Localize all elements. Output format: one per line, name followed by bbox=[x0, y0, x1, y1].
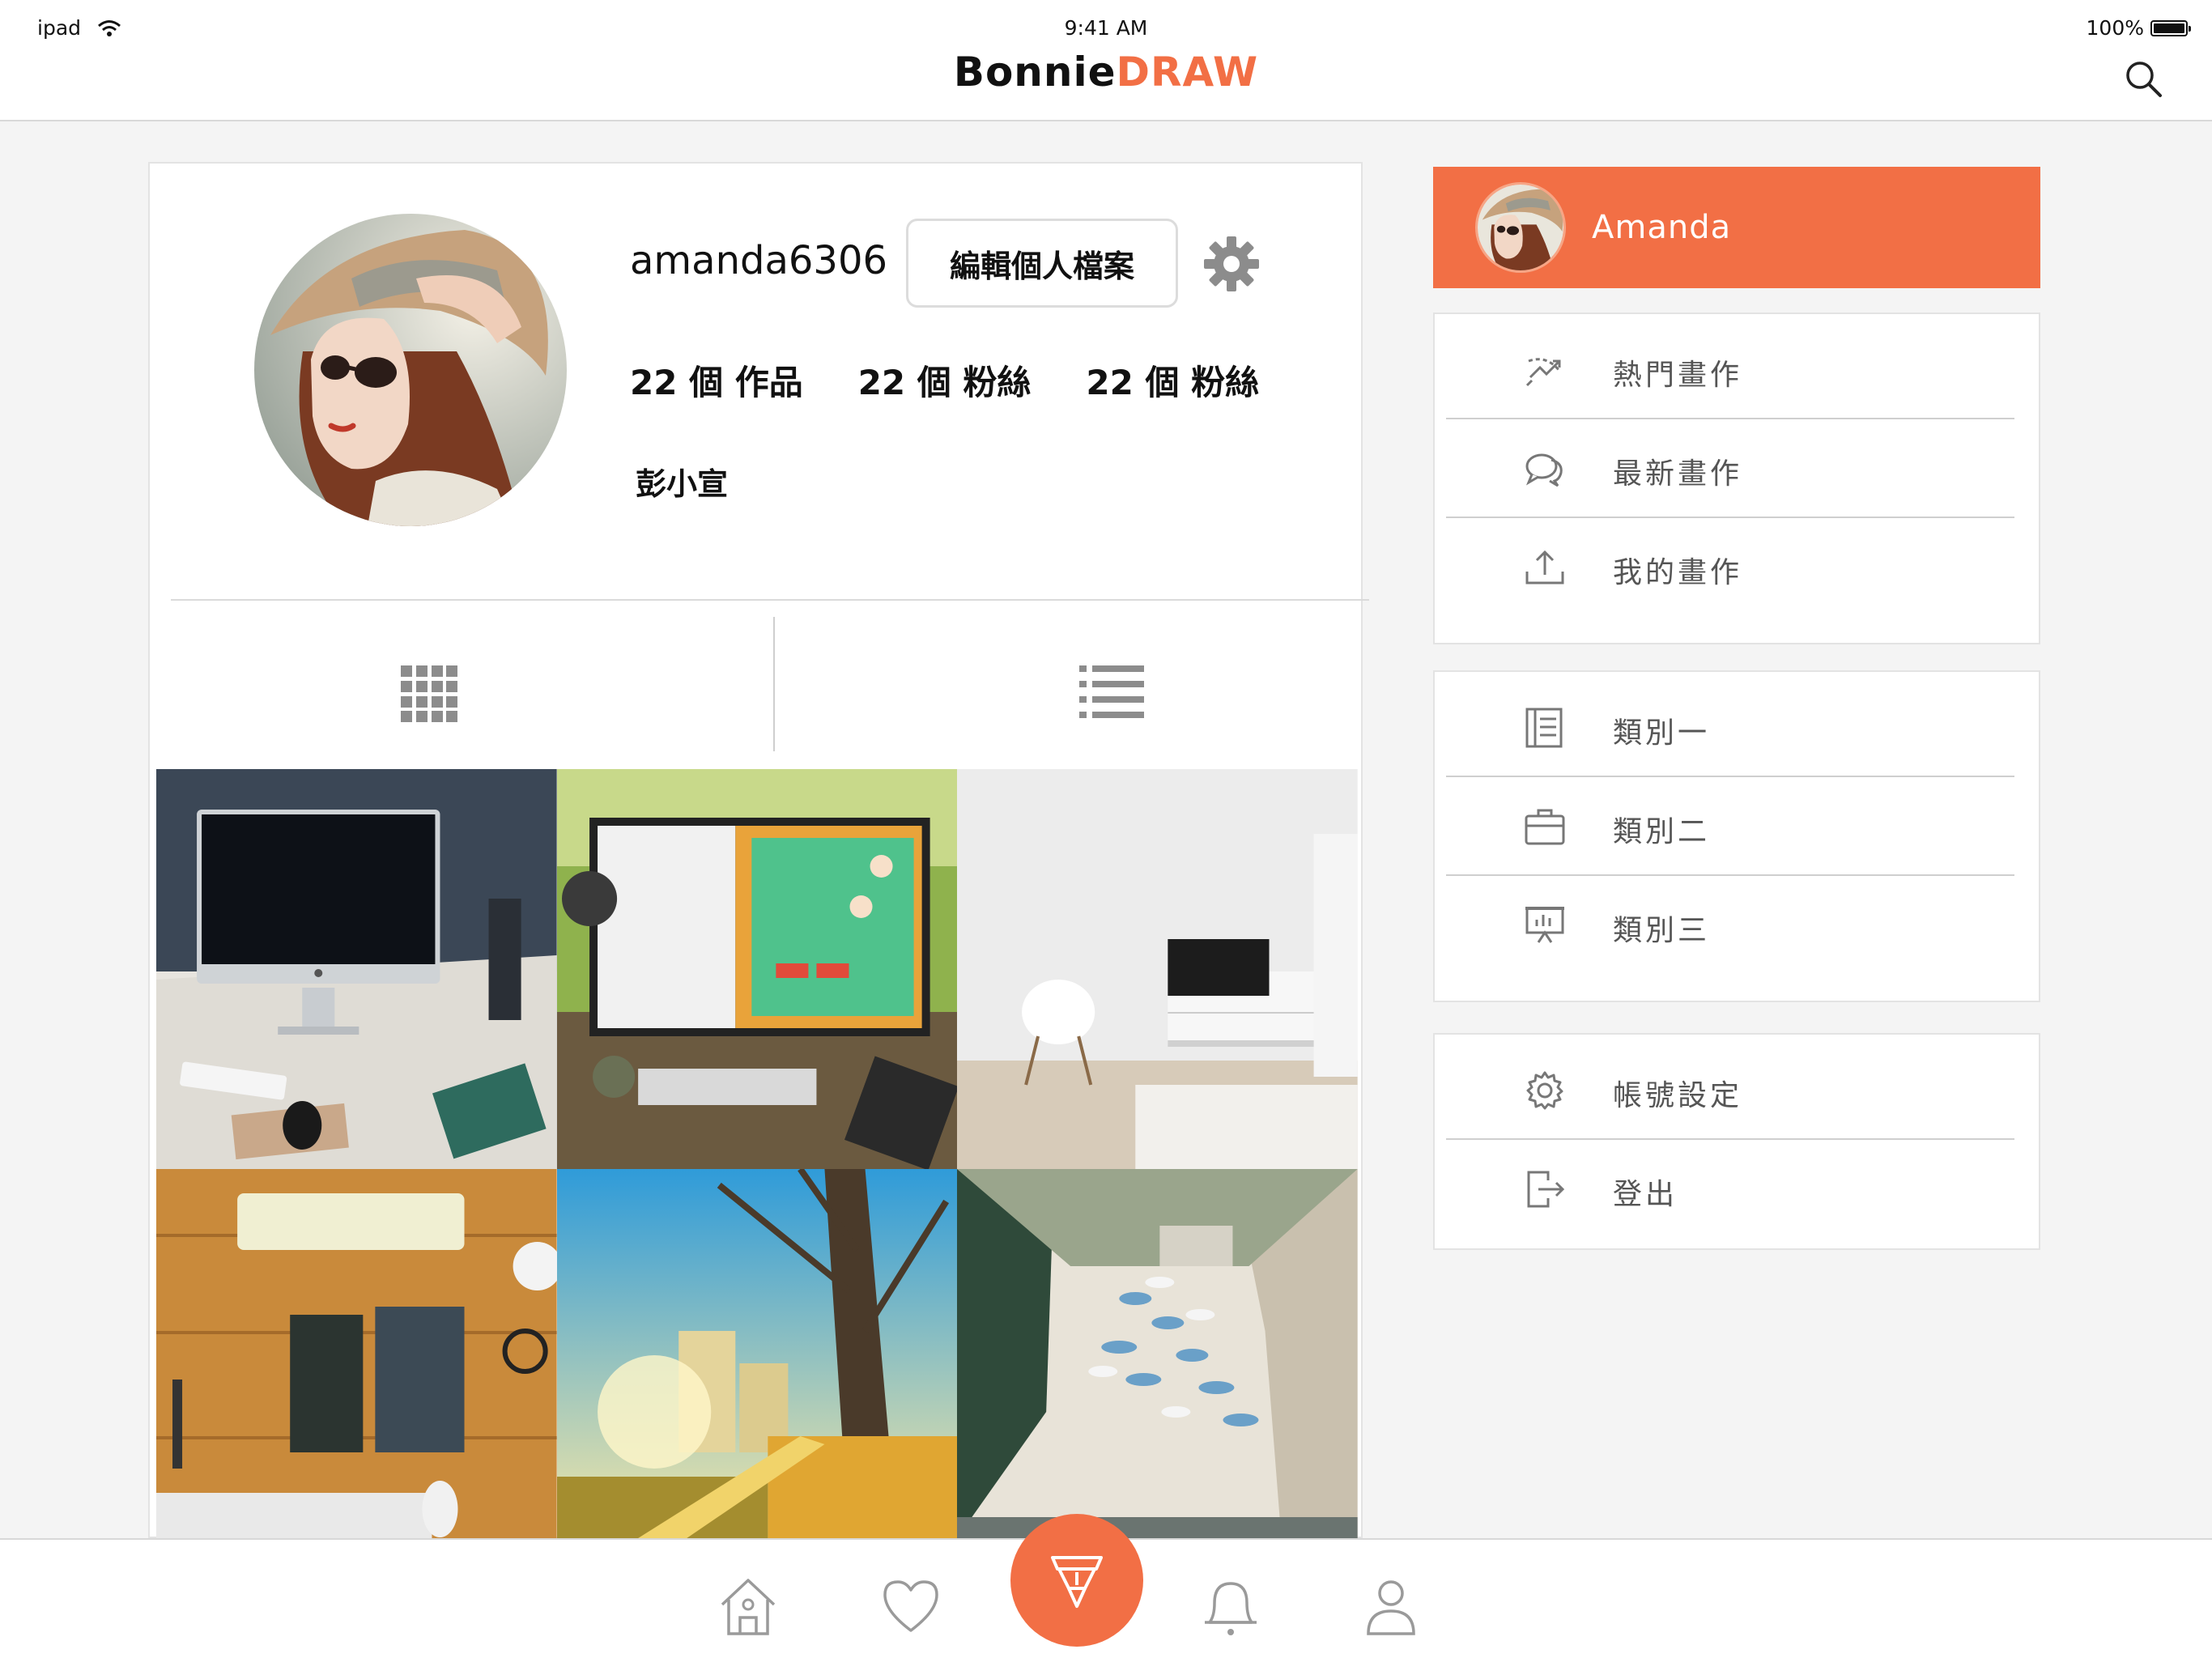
briefcase-icon bbox=[1525, 809, 1565, 845]
battery-percent: 100% bbox=[2086, 16, 2144, 40]
sidebar-item-category-3[interactable]: 類別三 bbox=[1435, 876, 2039, 973]
photo-grid bbox=[156, 769, 1358, 1538]
sidebar-item-popular[interactable]: 熱門畫作 bbox=[1435, 321, 2039, 418]
sidebar-item-my-works[interactable]: 我的畫作 bbox=[1435, 518, 2039, 615]
sidebar-item-category-2[interactable]: 類別二 bbox=[1435, 777, 2039, 874]
stat-followers[interactable]: 22 個 粉絲 bbox=[858, 355, 1032, 405]
stat-following[interactable]: 22 個 粉絲 bbox=[1086, 355, 1259, 405]
battery-icon bbox=[2150, 19, 2191, 36]
photo-tile[interactable] bbox=[556, 1169, 958, 1538]
sidebar-user-header[interactable]: Amanda bbox=[1433, 167, 2040, 288]
sidebar-item-logout[interactable]: 登出 bbox=[1435, 1140, 2039, 1237]
search-icon[interactable] bbox=[2123, 58, 2163, 99]
photo-tile[interactable] bbox=[156, 769, 557, 1169]
sidebar-item-latest[interactable]: 最新畫作 bbox=[1435, 419, 2039, 517]
presentation-icon bbox=[1525, 907, 1564, 943]
profile-avatar[interactable] bbox=[254, 214, 567, 526]
notebook-icon bbox=[1525, 708, 1563, 748]
profile-stats: 22 個 作品 22 個 粉絲 22 個 粉絲 bbox=[630, 355, 1259, 405]
sidebar-item-label: 登出 bbox=[1613, 1178, 1678, 1211]
chat-bubbles-icon bbox=[1525, 453, 1563, 487]
sidebar-item-label: 類別三 bbox=[1613, 914, 1711, 947]
grid-view-icon[interactable] bbox=[401, 665, 457, 722]
sidebar-user-name: Amanda bbox=[1592, 209, 1732, 246]
home-icon[interactable] bbox=[716, 1574, 781, 1639]
stat-works[interactable]: 22 個 作品 bbox=[630, 355, 803, 405]
logout-icon bbox=[1527, 1171, 1565, 1208]
user-avatar bbox=[1475, 182, 1566, 273]
brand-name-part1: Bonnie bbox=[953, 49, 1117, 96]
draw-button[interactable] bbox=[1010, 1514, 1143, 1647]
divider bbox=[171, 599, 1369, 601]
sidebar-item-label: 類別二 bbox=[1613, 815, 1711, 848]
gear-icon[interactable] bbox=[1202, 235, 1261, 293]
heart-icon[interactable] bbox=[878, 1574, 943, 1639]
trending-icon bbox=[1525, 358, 1561, 387]
status-time: 9:41 AM bbox=[1064, 16, 1148, 40]
sidebar-item-account-settings[interactable]: 帳號設定 bbox=[1435, 1041, 2039, 1138]
app-logo: BonnieDRAW bbox=[0, 49, 2212, 96]
list-view-icon[interactable] bbox=[1079, 665, 1144, 719]
sidebar-item-label: 熱門畫作 bbox=[1613, 359, 1743, 392]
sidebar-item-label: 我的畫作 bbox=[1613, 556, 1743, 589]
profile-real-name: 彭小宣 bbox=[636, 466, 729, 502]
sidebar-item-label: 最新畫作 bbox=[1613, 457, 1743, 491]
view-toggle bbox=[150, 617, 1364, 751]
sidebar-item-category-1[interactable]: 類別一 bbox=[1435, 678, 2039, 776]
status-bar-right: 100% bbox=[2086, 16, 2191, 40]
upload-icon bbox=[1525, 550, 1564, 585]
sidebar-group-gallery: 熱門畫作 最新畫作 我的畫作 bbox=[1433, 312, 2040, 644]
bell-icon[interactable] bbox=[1198, 1574, 1263, 1639]
person-icon[interactable] bbox=[1359, 1574, 1423, 1639]
top-header: ipad 9:41 AM 100% BonnieDRAW bbox=[0, 0, 2212, 121]
photo-tile[interactable] bbox=[156, 1169, 557, 1538]
sidebar-item-label: 帳號設定 bbox=[1613, 1079, 1743, 1112]
brush-icon bbox=[1051, 1556, 1103, 1608]
sidebar-item-label: 類別一 bbox=[1613, 716, 1711, 750]
sidebar-group-account: 帳號設定 登出 bbox=[1433, 1033, 2040, 1250]
edit-profile-button[interactable]: 編輯個人檔案 bbox=[906, 219, 1178, 308]
sidebar-group-categories: 類別一 類別二 類別三 bbox=[1433, 670, 2040, 1002]
toggle-separator bbox=[773, 617, 775, 751]
brand-name-part2: DRAW bbox=[1116, 49, 1259, 96]
photo-tile[interactable] bbox=[556, 769, 958, 1169]
profile-username: amanda6306 bbox=[630, 238, 888, 283]
photo-tile[interactable] bbox=[957, 769, 1358, 1169]
gear-icon bbox=[1526, 1071, 1563, 1110]
photo-tile[interactable] bbox=[957, 1169, 1358, 1538]
profile-card: amanda6306 編輯個人檔案 22 個 作品 22 個 粉絲 22 個 粉… bbox=[148, 162, 1369, 1538]
